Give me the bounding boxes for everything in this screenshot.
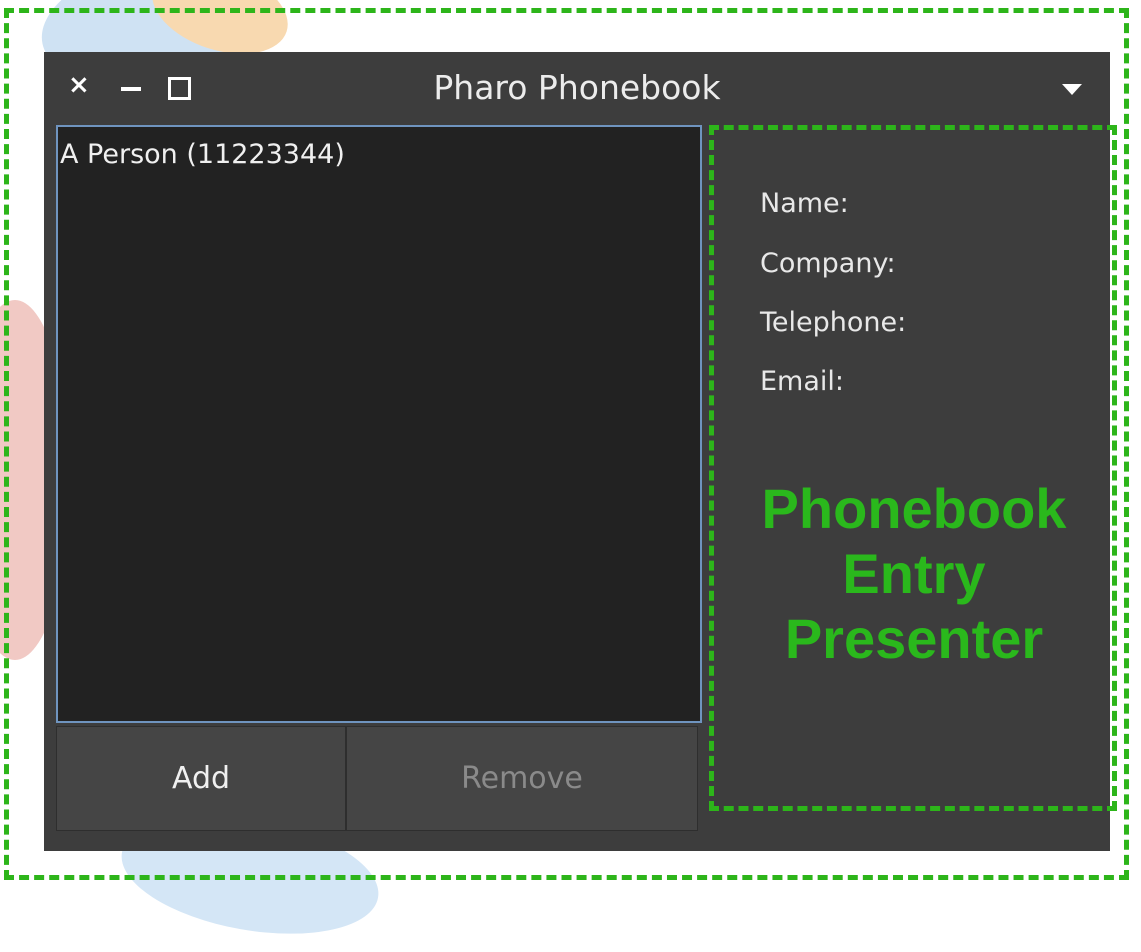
company-label: Company:	[760, 248, 896, 279]
contacts-list[interactable]: A Person (11223344)	[56, 125, 702, 723]
annotation-line: Phonebook	[761, 477, 1067, 540]
email-label: Email:	[760, 366, 845, 397]
title-bar[interactable]: × Pharo Phonebook	[44, 52, 1110, 120]
name-label: Name:	[760, 188, 849, 219]
dropdown-arrow-icon[interactable]	[1062, 84, 1082, 95]
telephone-label: Telephone:	[760, 307, 907, 338]
annotation-line: Presenter	[784, 607, 1044, 670]
list-item[interactable]: A Person (11223344)	[60, 139, 345, 170]
annotation-line: Entry	[842, 542, 986, 605]
presenter-annotation: Phonebook Entry Presenter	[724, 476, 1104, 671]
window-title: Pharo Phonebook	[433, 68, 721, 107]
entry-presenter-panel: Name: Company: Telephone: Email: Phonebo…	[709, 125, 1117, 811]
remove-button[interactable]: Remove	[346, 726, 698, 831]
button-row: Add Remove	[56, 726, 698, 831]
add-button[interactable]: Add	[56, 726, 346, 831]
